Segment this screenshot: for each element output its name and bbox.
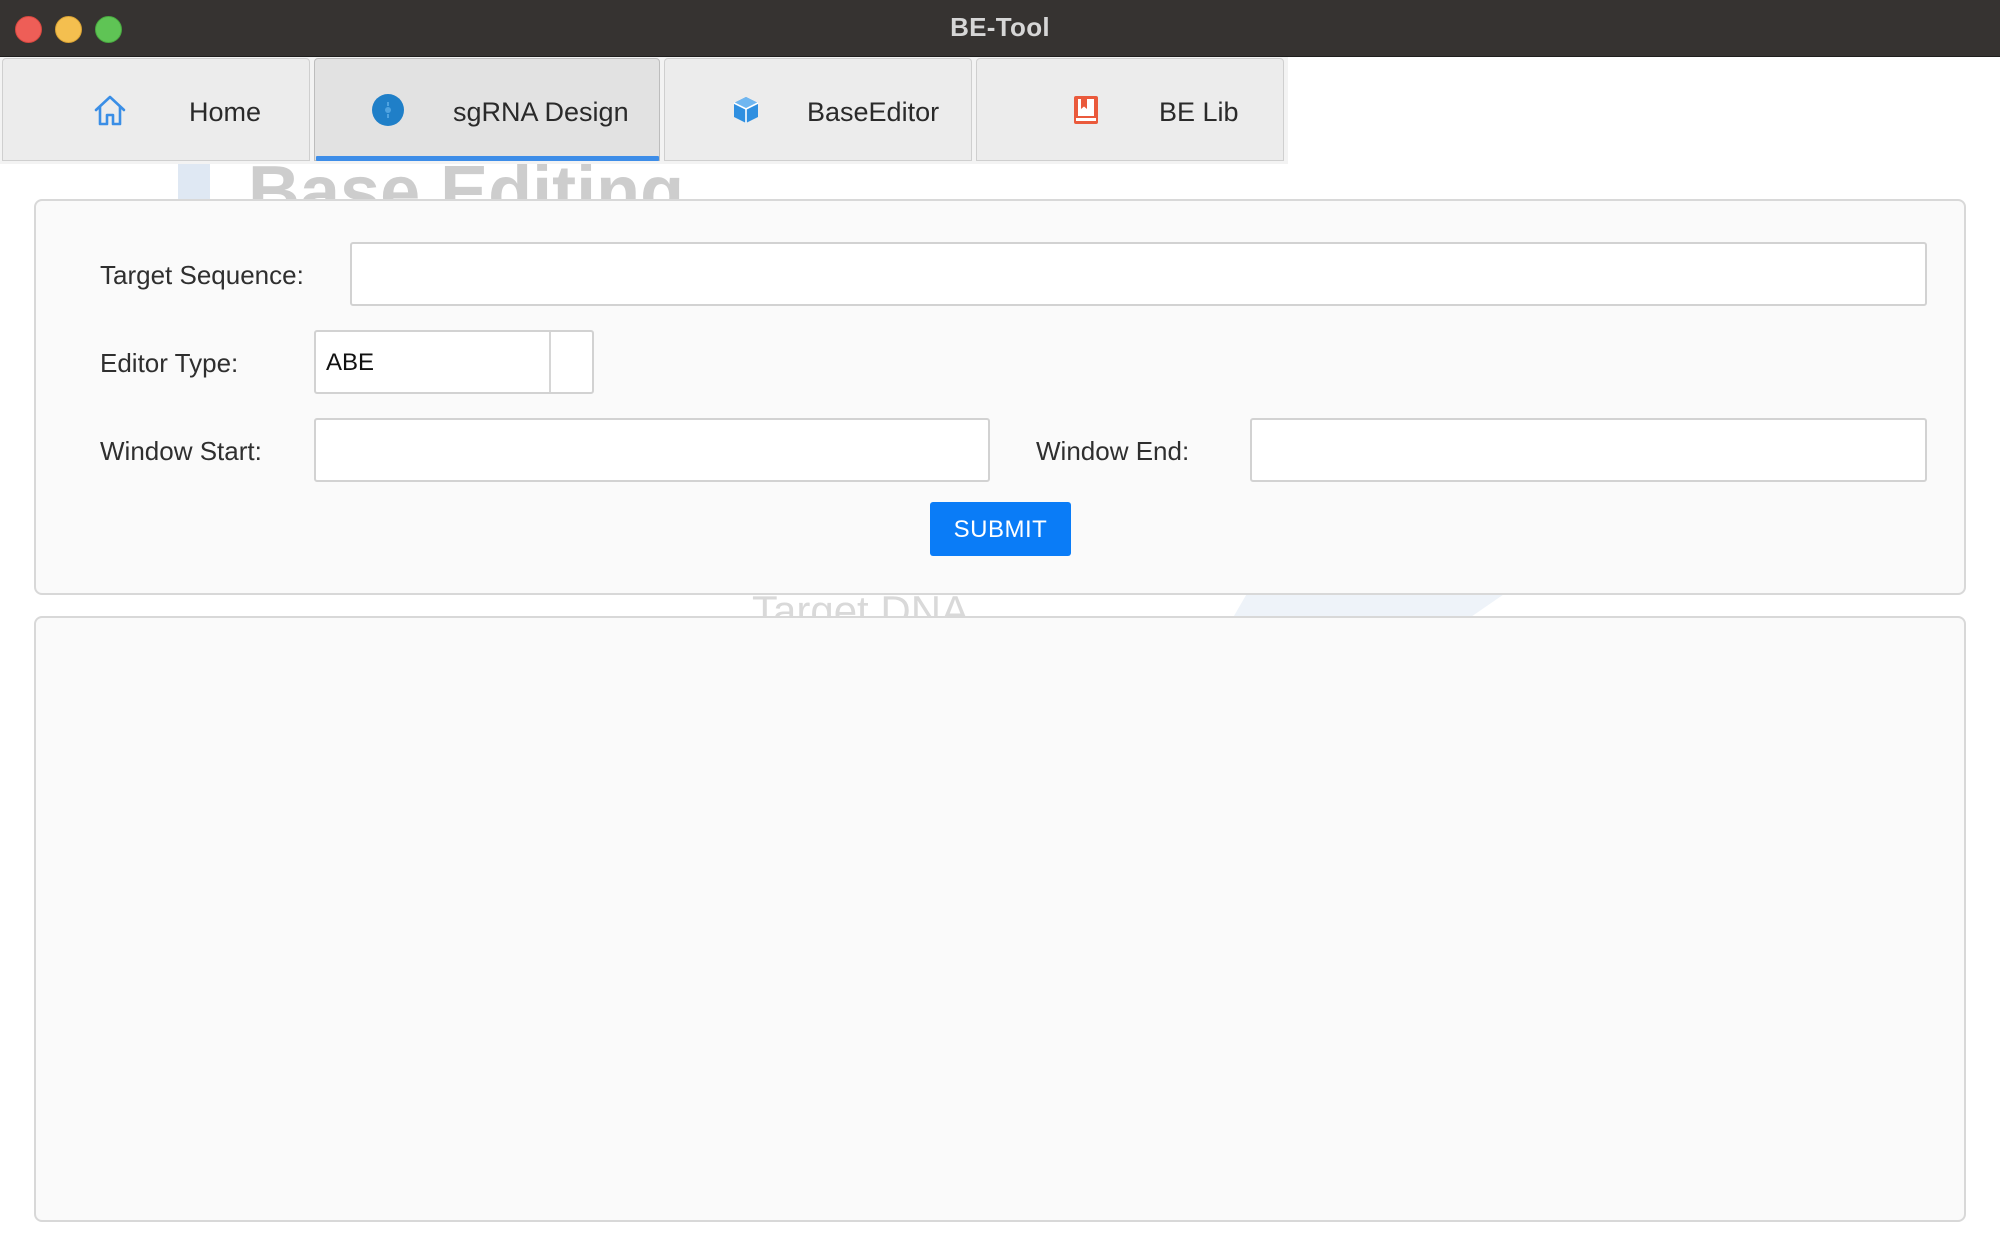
- title-bar: BE-Tool: [0, 0, 2000, 57]
- window-title: BE-Tool: [950, 12, 1050, 42]
- tab-be-lib-label: BE Lib: [1159, 97, 1239, 127]
- editor-type-value: ABE: [326, 349, 375, 376]
- editor-type-select[interactable]: ABE: [314, 330, 594, 394]
- tab-baseeditor-label: BaseEditor: [807, 97, 940, 127]
- target-sequence-label: Target Sequence:: [100, 260, 304, 290]
- tab-home-label: Home: [189, 97, 262, 127]
- window-end-label: Window End:: [1036, 436, 1190, 466]
- results-panel: [34, 616, 1966, 1222]
- window-end-input[interactable]: [1250, 418, 1927, 482]
- book-icon: [1074, 96, 1098, 124]
- window-start-label: Window Start:: [100, 436, 262, 466]
- active-tab-indicator: [316, 156, 659, 161]
- cube-icon: [733, 97, 759, 123]
- watermark-accent-bar: [178, 160, 210, 200]
- tab-home[interactable]: Home: [2, 58, 310, 161]
- window-start-input[interactable]: [314, 418, 990, 482]
- submit-button[interactable]: SUBMIT: [930, 502, 1071, 556]
- tab-sgrna-design[interactable]: sgRNA Design: [314, 58, 660, 161]
- editor-type-label: Editor Type:: [100, 348, 239, 378]
- app-window: BE-Tool Base Editing Target DNA Reverse …: [0, 0, 2000, 1256]
- sgrna-icon: [372, 94, 404, 126]
- tab-sgrna-label: sgRNA Design: [453, 97, 629, 127]
- home-icon: [94, 95, 126, 126]
- tab-bar: Home sgRNA Design BaseEditor BE Lib: [0, 57, 1288, 164]
- tab-be-lib[interactable]: BE Lib: [976, 58, 1284, 161]
- tab-baseeditor[interactable]: BaseEditor: [664, 58, 972, 161]
- target-sequence-input[interactable]: [350, 242, 1927, 306]
- select-arrow-divider: [549, 332, 551, 392]
